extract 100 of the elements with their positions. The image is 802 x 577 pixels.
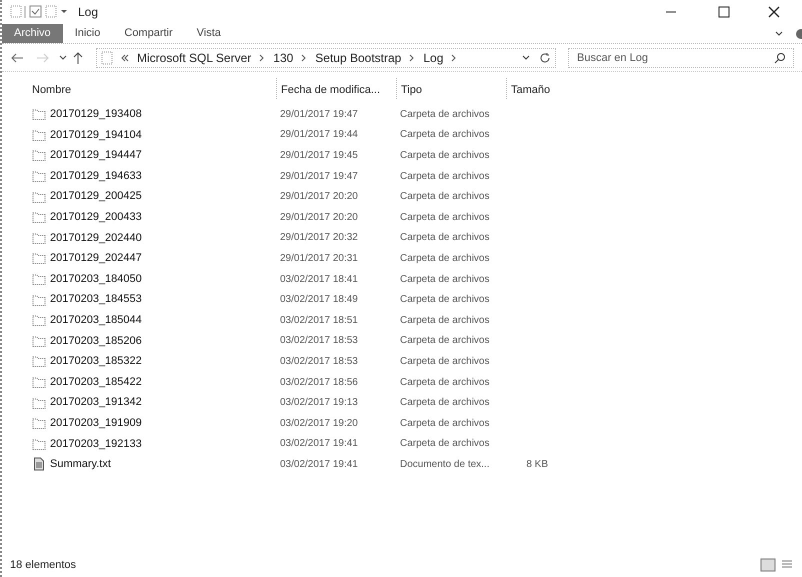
table-cell-text: 29/01/2017 19:47	[279, 108, 359, 122]
up-arrow-icon[interactable]	[72, 50, 84, 64]
window-title: Log	[78, 4, 98, 21]
folder-icon	[32, 107, 46, 122]
chevron-right-icon[interactable]	[409, 54, 416, 62]
file-name[interactable]: 20170129_194633	[50, 168, 142, 184]
ribbon-tab[interactable]: Archivo	[2, 24, 63, 43]
chevron-down-icon[interactable]	[58, 52, 68, 62]
folder-icon	[32, 128, 46, 142]
item-count: 18 elementos	[10, 558, 76, 573]
folder-icon	[32, 169, 46, 184]
file-name[interactable]: 20170203_191342	[50, 394, 142, 411]
ribbon-tab[interactable]: Compartir	[112, 24, 185, 43]
breadcrumb-item[interactable]: 130	[273, 48, 294, 66]
table-cell-text: Carpeta de archivos	[399, 252, 490, 266]
file-name[interactable]: 20170203_192133	[50, 436, 142, 452]
chevron-right-icon[interactable]	[259, 54, 266, 62]
table-cell-text: 03/02/2017 18:56	[279, 376, 359, 390]
column-header[interactable]: Nombre	[32, 78, 276, 98]
folder-icon	[32, 230, 46, 245]
file-name[interactable]: 20170203_185322	[50, 353, 142, 370]
folder-icon	[32, 272, 46, 286]
table-cell-text: Carpeta de archivos	[399, 437, 490, 452]
folder-icon	[32, 396, 46, 410]
folder-icon	[32, 354, 46, 368]
ribbon-tab[interactable]: Inicio	[62, 24, 112, 43]
file-name[interactable]: 20170203_184553	[50, 291, 142, 308]
table-cell-text: Carpeta de archivos	[399, 376, 490, 390]
table-cell-text: Carpeta de archivos	[399, 231, 490, 246]
file-name[interactable]: 20170129_202440	[50, 230, 142, 246]
chevron-down-icon[interactable]	[774, 28, 784, 38]
file-name[interactable]: Summary.txt	[50, 456, 111, 473]
table-cell-text: Carpeta de archivos	[399, 128, 490, 142]
table-cell-text: Carpeta de archivos	[399, 416, 490, 431]
back-arrow-icon[interactable]	[10, 52, 24, 64]
table-cell-text: 03/02/2017 18:41	[279, 272, 359, 287]
table-cell-text: 03/02/2017 18:53	[279, 354, 359, 369]
folder-icon	[32, 436, 46, 451]
column-header[interactable]: Tamaño	[506, 78, 596, 98]
double-chevron-left-icon[interactable]	[121, 54, 129, 62]
table-cell-text: Carpeta de archivos	[399, 334, 490, 348]
breadcrumb-item[interactable]: Microsoft SQL Server	[137, 48, 252, 66]
folder-icon	[32, 334, 46, 348]
table-cell-text: 03/02/2017 19:41	[279, 437, 359, 452]
column-header[interactable]: Tipo	[396, 78, 506, 98]
file-name[interactable]: 20170203_191909	[50, 414, 142, 432]
folder-icon	[32, 210, 46, 224]
folder-icon	[101, 50, 113, 64]
file-name[interactable]: 20170203_185206	[50, 332, 142, 350]
table-cell-text: Carpeta de archivos	[399, 190, 490, 204]
file-name[interactable]: 20170203_185044	[50, 312, 142, 328]
column-header[interactable]: Fecha de modifica...	[276, 78, 396, 98]
breadcrumb-item[interactable]: Setup Bootstrap	[315, 48, 402, 66]
address-bar[interactable]: Microsoft SQL Server 130 Setup Bootstrap Log	[96, 48, 556, 68]
folder-icon	[32, 190, 46, 204]
table-cell-text: Carpeta de archivos	[399, 210, 490, 225]
refresh-icon[interactable]	[539, 52, 551, 64]
file-name[interactable]: 20170129_200425	[50, 188, 142, 205]
folder-icon	[32, 292, 46, 307]
file-name[interactable]: 20170129_193408	[50, 106, 142, 123]
ribbon-tab[interactable]: Vista	[184, 24, 233, 43]
close-icon	[768, 6, 780, 18]
file-name[interactable]: 20170129_194447	[50, 147, 142, 164]
table-cell-text: 03/02/2017 18:51	[279, 314, 359, 328]
quick-access-toolbar-icon[interactable]	[10, 5, 70, 19]
table-cell-text: 29/01/2017 20:31	[279, 252, 359, 266]
folder-icon	[32, 416, 46, 430]
details-view-icon[interactable]	[760, 558, 776, 572]
table-cell-text: 03/02/2017 18:49	[279, 293, 359, 308]
chevron-right-icon[interactable]	[301, 54, 308, 62]
table-cell-text: 29/01/2017 19:45	[279, 148, 359, 163]
table-cell-text: 29/01/2017 20:20	[279, 190, 359, 204]
folder-icon	[32, 313, 46, 328]
table-cell-text: 29/01/2017 20:20	[279, 210, 359, 225]
text-file-icon	[32, 457, 46, 472]
breadcrumb-item[interactable]: Log	[423, 48, 444, 66]
table-cell-text: Documento de tex...	[399, 458, 490, 472]
file-name[interactable]: 20170203_185422	[50, 374, 142, 390]
file-name[interactable]: 20170203_184050	[50, 270, 142, 288]
dropdown-chevron-icon[interactable]	[521, 52, 531, 62]
table-cell-text: Carpeta de archivos	[399, 108, 490, 122]
file-name[interactable]: 20170129_200433	[50, 209, 142, 226]
folder-icon	[32, 375, 46, 390]
table-cell-text: Carpeta de archivos	[399, 272, 490, 287]
table-cell-text: 03/02/2017 19:20	[279, 416, 359, 431]
table-cell-text: Carpeta de archivos	[399, 170, 490, 184]
table-cell-text: 29/01/2017 19:44	[279, 128, 359, 142]
table-cell-text: 29/01/2017 19:47	[279, 170, 359, 184]
chevron-right-icon[interactable]	[451, 54, 458, 62]
folder-icon	[32, 148, 46, 162]
file-name[interactable]: 20170129_202447	[50, 250, 142, 267]
search-icon[interactable]	[774, 52, 786, 64]
search-field[interactable]: Buscar en Log	[568, 48, 794, 68]
maximize-icon	[718, 6, 730, 18]
table-cell-text: Carpeta de archivos	[399, 293, 490, 308]
file-name[interactable]: 20170129_194104	[50, 126, 142, 144]
table-cell-text: 03/02/2017 19:13	[279, 396, 359, 410]
folder-icon	[32, 251, 46, 266]
table-cell-text: 03/02/2017 18:53	[279, 334, 359, 348]
table-cell-text: Carpeta de archivos	[399, 148, 490, 163]
